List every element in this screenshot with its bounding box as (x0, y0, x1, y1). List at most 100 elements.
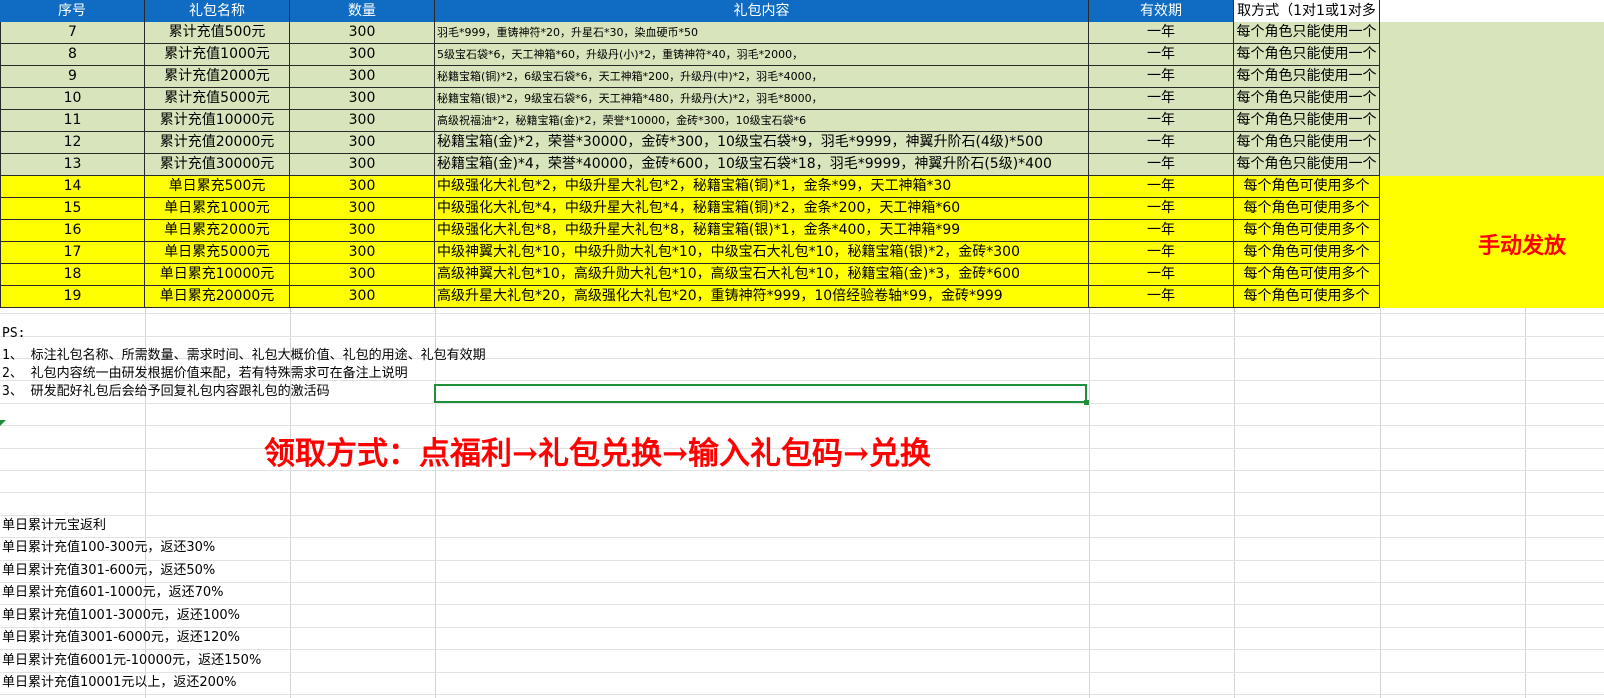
cell-quantity[interactable]: 300 (290, 154, 435, 176)
cell-validity[interactable]: 一年 (1089, 176, 1234, 198)
cell-id[interactable]: 12 (0, 132, 145, 154)
cell-claim-method[interactable]: 每个角色可使用多个 (1234, 220, 1380, 242)
cell-pack-name[interactable]: 单日累充2000元 (145, 220, 290, 242)
rebate-tier[interactable]: 单日累计充值1001-3000元，返还100% (2, 604, 240, 623)
cell-validity[interactable]: 一年 (1089, 264, 1234, 286)
cell-claim-method[interactable]: 每个角色可使用多个 (1234, 176, 1380, 198)
cell-validity[interactable]: 一年 (1089, 132, 1234, 154)
cell-id[interactable]: 11 (0, 110, 145, 132)
header-claim-method[interactable]: 取方式（1对1或1对多 (1234, 0, 1380, 22)
cell-id[interactable]: 9 (0, 66, 145, 88)
cell-pack-name[interactable]: 累计充值2000元 (145, 66, 290, 88)
cell-claim-method[interactable]: 每个角色可使用多个 (1234, 264, 1380, 286)
cell-pack-name[interactable]: 单日累充20000元 (145, 286, 290, 308)
cell-pack-content[interactable]: 中级强化大礼包*8，中级升星大礼包*8，秘籍宝箱(银)*1，金条*400，天工神… (435, 220, 1089, 242)
cell-validity[interactable]: 一年 (1089, 220, 1234, 242)
cell-pack-name[interactable]: 单日累充5000元 (145, 242, 290, 264)
header-quantity[interactable]: 数量 (290, 0, 435, 22)
cell-quantity[interactable]: 300 (290, 110, 435, 132)
cell-pack-name[interactable]: 累计充值10000元 (145, 110, 290, 132)
selected-cell[interactable] (434, 384, 1087, 403)
cell-validity[interactable]: 一年 (1089, 198, 1234, 220)
cell-pack-content[interactable]: 中级强化大礼包*4，中级升星大礼包*4，秘籍宝箱(铜)*2，金条*200，天工神… (435, 198, 1089, 220)
note-2[interactable]: 2、 礼包内容统一由研发根据价值来配，若有特殊需求可在备注上说明 (2, 362, 408, 381)
cell-quantity[interactable]: 300 (290, 132, 435, 154)
cell-quantity[interactable]: 300 (290, 198, 435, 220)
cell-quantity[interactable]: 300 (290, 286, 435, 308)
rebate-title[interactable]: 单日累计元宝返利 (2, 514, 106, 533)
cell-pack-name[interactable]: 累计充值5000元 (145, 88, 290, 110)
cell-pack-content[interactable]: 高级神翼大礼包*10，高级升勋大礼包*10，高级宝石大礼包*10，秘籍宝箱(金)… (435, 264, 1089, 286)
cell-pack-content[interactable]: 秘籍宝箱(金)*4，荣誉*40000，金砖*600，10级宝石袋*18，羽毛*9… (435, 154, 1089, 176)
cell-id[interactable]: 7 (0, 22, 145, 44)
claim-method-text[interactable]: 领取方式：点福利→礼包兑换→输入礼包码→兑换 (264, 428, 931, 473)
cell-claim-method[interactable]: 每个角色可使用多个 (1234, 198, 1380, 220)
rebate-tier[interactable]: 单日累计充值601-1000元，返还70% (2, 581, 223, 600)
cell-claim-method[interactable]: 每个角色可使用多个 (1234, 242, 1380, 264)
cell-validity[interactable]: 一年 (1089, 66, 1234, 88)
cell-pack-content[interactable]: 高级升星大礼包*20，高级强化大礼包*20，重铸神符*999，10倍经验卷轴*9… (435, 286, 1089, 308)
cell-pack-content[interactable]: 中级强化大礼包*2，中级升星大礼包*2，秘籍宝箱(铜)*1，金条*99，天工神箱… (435, 176, 1089, 198)
cell-validity[interactable]: 一年 (1089, 22, 1234, 44)
rebate-tier[interactable]: 单日累计充值100-300元，返还30% (2, 536, 215, 555)
cell-validity[interactable]: 一年 (1089, 110, 1234, 132)
cell-quantity[interactable]: 300 (290, 22, 435, 44)
rebate-tier[interactable]: 单日累计充值6001元-10000元，返还150% (2, 649, 261, 668)
header-id[interactable]: 序号 (0, 0, 145, 22)
cell-validity[interactable]: 一年 (1089, 154, 1234, 176)
cell-quantity[interactable]: 300 (290, 176, 435, 198)
cell-pack-name[interactable]: 单日累充500元 (145, 176, 290, 198)
cell-claim-method[interactable]: 每个角色只能使用一个 (1234, 66, 1380, 88)
cell-id[interactable]: 14 (0, 176, 145, 198)
header-pack-content[interactable]: 礼包内容 (435, 0, 1089, 22)
cell-quantity[interactable]: 300 (290, 66, 435, 88)
cell-pack-content[interactable]: 秘籍宝箱(银)*2，9级宝石袋*6，天工神箱*480，升级丹(大)*2，羽毛*8… (435, 88, 1089, 110)
header-pack-name[interactable]: 礼包名称 (145, 0, 290, 22)
cell-pack-name[interactable]: 累计充值500元 (145, 22, 290, 44)
cell-pack-name[interactable]: 单日累充1000元 (145, 198, 290, 220)
cell-pack-content[interactable]: 高级祝福油*2，秘籍宝箱(金)*2，荣誉*10000，金砖*300，10级宝石袋… (435, 110, 1089, 132)
cell-claim-method[interactable]: 每个角色只能使用一个 (1234, 110, 1380, 132)
cell-id[interactable]: 18 (0, 264, 145, 286)
cell-pack-name[interactable]: 累计充值20000元 (145, 132, 290, 154)
cell-id[interactable]: 17 (0, 242, 145, 264)
cell-pack-content[interactable]: 中级神翼大礼包*10，中级升勋大礼包*10，中级宝石大礼包*10，秘籍宝箱(银)… (435, 242, 1089, 264)
cell-quantity[interactable]: 300 (290, 220, 435, 242)
cell-id[interactable]: 8 (0, 44, 145, 66)
cell-claim-method[interactable]: 每个角色只能使用一个 (1234, 154, 1380, 176)
cell-id[interactable]: 13 (0, 154, 145, 176)
cell-validity[interactable]: 一年 (1089, 286, 1234, 308)
cell-pack-name[interactable]: 累计充值30000元 (145, 154, 290, 176)
cell-pack-content[interactable]: 秘籍宝箱(铜)*2，6级宝石袋*6，天工神箱*200，升级丹(中)*2，羽毛*4… (435, 66, 1089, 88)
cell-claim-method[interactable]: 每个角色只能使用一个 (1234, 44, 1380, 66)
header-validity[interactable]: 有效期 (1089, 0, 1234, 22)
cell-quantity[interactable]: 300 (290, 264, 435, 286)
cell-id[interactable]: 10 (0, 88, 145, 110)
note-3[interactable]: 3、 研发配好礼包后会给予回复礼包内容跟礼包的激活码 (2, 380, 330, 399)
cell-claim-method[interactable]: 每个角色只能使用一个 (1234, 88, 1380, 110)
table-row: 18 单日累充10000元 300 高级神翼大礼包*10，高级升勋大礼包*10，高级宝… (0, 264, 1380, 286)
note-1[interactable]: 1、 标注礼包名称、所需数量、需求时间、礼包大概价值、礼包的用途、礼包有效期 (2, 344, 486, 363)
cell-claim-method[interactable]: 每个角色可使用多个 (1234, 286, 1380, 308)
cell-pack-name[interactable]: 单日累充10000元 (145, 264, 290, 286)
cell-claim-method[interactable]: 每个角色只能使用一个 (1234, 132, 1380, 154)
cell-id[interactable]: 15 (0, 198, 145, 220)
cell-validity[interactable]: 一年 (1089, 44, 1234, 66)
cell-pack-content[interactable]: 秘籍宝箱(金)*2，荣誉*30000，金砖*300，10级宝石袋*9，羽毛*99… (435, 132, 1089, 154)
cell-pack-name[interactable]: 累计充值1000元 (145, 44, 290, 66)
fill-handle[interactable] (1084, 400, 1089, 405)
ps-label[interactable]: PS: (2, 326, 25, 341)
cell-id[interactable]: 16 (0, 220, 145, 242)
rebate-tier[interactable]: 单日累计充值301-600元，返还50% (2, 559, 215, 578)
cell-pack-content[interactable]: 羽毛*999，重铸神符*20，升星石*30，染血硬币*50 (435, 22, 1089, 44)
rebate-tier[interactable]: 单日累计充值10001元以上，返还200% (2, 671, 237, 690)
cell-claim-method[interactable]: 每个角色只能使用一个 (1234, 22, 1380, 44)
cell-validity[interactable]: 一年 (1089, 242, 1234, 264)
cell-validity[interactable]: 一年 (1089, 88, 1234, 110)
rebate-tier[interactable]: 单日累计充值3001-6000元，返还120% (2, 626, 240, 645)
cell-quantity[interactable]: 300 (290, 242, 435, 264)
cell-id[interactable]: 19 (0, 286, 145, 308)
cell-quantity[interactable]: 300 (290, 44, 435, 66)
cell-quantity[interactable]: 300 (290, 88, 435, 110)
cell-pack-content[interactable]: 5级宝石袋*6，天工神箱*60，升级丹(小)*2，重铸神符*40，羽毛*2000… (435, 44, 1089, 66)
